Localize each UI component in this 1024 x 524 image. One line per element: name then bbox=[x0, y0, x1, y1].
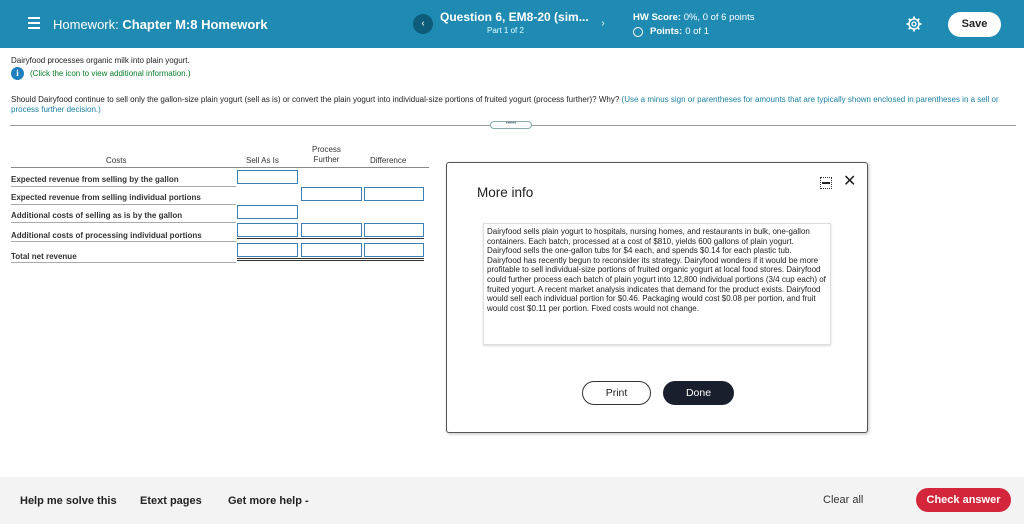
header-process-further: Process Further bbox=[312, 145, 341, 165]
next-question-button[interactable]: › bbox=[593, 14, 613, 34]
row-rule bbox=[11, 241, 236, 242]
header-process-line2: Further bbox=[313, 155, 340, 164]
menu-icon[interactable] bbox=[28, 17, 40, 29]
previous-question-button[interactable]: ‹ bbox=[413, 14, 433, 34]
close-icon[interactable]: ✕ bbox=[843, 171, 856, 191]
input-diff-total[interactable] bbox=[364, 243, 424, 257]
input-diff-costs[interactable] bbox=[364, 223, 424, 237]
homework-name: Chapter M:8 Homework bbox=[122, 17, 268, 32]
bottom-toolbar: Help me solve this Etext pages Get more … bbox=[0, 477, 1024, 524]
dialog-info-text: Dairyfood sells plain yogurt to hospital… bbox=[483, 223, 831, 345]
question-title: Question 6, EM8-20 (sim... bbox=[440, 10, 589, 24]
question-part: Part 1 of 2 bbox=[487, 26, 524, 35]
input-diff-revenue-portions[interactable] bbox=[364, 187, 424, 201]
top-header: Homework: Chapter M:8 Homework ‹ Questio… bbox=[0, 0, 1024, 48]
points-value: 0 of 1 bbox=[685, 26, 709, 37]
input-process-total[interactable] bbox=[301, 243, 362, 257]
total-double-rule bbox=[237, 258, 424, 261]
header-sell-as-is: Sell As Is bbox=[246, 156, 279, 165]
row-label-costs-sell: Additional costs of selling as is by the… bbox=[11, 211, 183, 220]
hw-score-value: 0%, 0 of 6 points bbox=[683, 12, 755, 23]
points-label: Points: bbox=[650, 26, 683, 37]
info-icon[interactable]: i bbox=[11, 67, 24, 80]
save-button[interactable]: Save bbox=[948, 12, 1001, 37]
get-more-help-link[interactable]: Get more help - bbox=[228, 495, 309, 507]
expand-dots-button[interactable]: ••••• bbox=[490, 121, 532, 129]
check-answer-button[interactable]: Check answer bbox=[916, 488, 1011, 512]
clear-all-button[interactable]: Clear all bbox=[823, 494, 863, 506]
progress-circle-icon bbox=[633, 26, 643, 37]
input-process-revenue-portions[interactable] bbox=[301, 187, 362, 201]
help-me-solve-link[interactable]: Help me solve this bbox=[20, 495, 117, 507]
header-costs: Costs bbox=[106, 156, 127, 165]
row-label-total: Total net revenue bbox=[11, 252, 77, 261]
dialog-title: More info bbox=[477, 185, 534, 200]
input-sell-costs[interactable] bbox=[237, 205, 298, 219]
problem-intro: Dairyfood processes organic milk into pl… bbox=[11, 56, 190, 65]
etext-pages-link[interactable]: Etext pages bbox=[140, 495, 202, 507]
done-button[interactable]: Done bbox=[663, 381, 734, 405]
homework-title: Homework: Chapter M:8 Homework bbox=[53, 17, 268, 32]
row-rule bbox=[11, 262, 236, 263]
row-rule bbox=[11, 222, 236, 223]
gear-icon[interactable] bbox=[906, 16, 922, 32]
points-score: Points: 0 of 1 bbox=[633, 26, 709, 37]
more-info-dialog: More info ✕ Dairyfood sells plain yogurt… bbox=[446, 162, 868, 433]
row-label-revenue-gallon: Expected revenue from selling by the gal… bbox=[11, 175, 179, 184]
input-sell-costs-process[interactable] bbox=[237, 223, 298, 237]
input-sell-total[interactable] bbox=[237, 243, 298, 257]
homework-prefix: Homework: bbox=[53, 17, 119, 32]
row-rule bbox=[11, 204, 236, 205]
question-text: Should Dairyfood continue to sell only t… bbox=[11, 95, 1011, 115]
input-sell-revenue-gallon[interactable] bbox=[237, 170, 298, 184]
subtotal-rule bbox=[237, 238, 424, 239]
table-header-rule bbox=[11, 167, 429, 168]
info-link[interactable]: (Click the icon to view additional infor… bbox=[30, 69, 191, 78]
header-process-line1: Process bbox=[312, 145, 341, 154]
print-button[interactable]: Print bbox=[582, 381, 651, 405]
hw-score-label: HW Score: bbox=[633, 12, 682, 23]
question-body: Should Dairyfood continue to sell only t… bbox=[11, 95, 620, 104]
hw-score: HW Score: 0%, 0 of 6 points bbox=[633, 12, 754, 23]
row-label-revenue-portions: Expected revenue from selling individual… bbox=[11, 193, 201, 202]
minimize-icon[interactable] bbox=[820, 177, 832, 189]
header-difference: Difference bbox=[370, 156, 407, 165]
row-rule bbox=[11, 186, 236, 187]
info-line: i (Click the icon to view additional inf… bbox=[11, 67, 191, 80]
row-label-costs-process: Additional costs of processing individua… bbox=[11, 231, 202, 240]
input-process-costs[interactable] bbox=[301, 223, 362, 237]
